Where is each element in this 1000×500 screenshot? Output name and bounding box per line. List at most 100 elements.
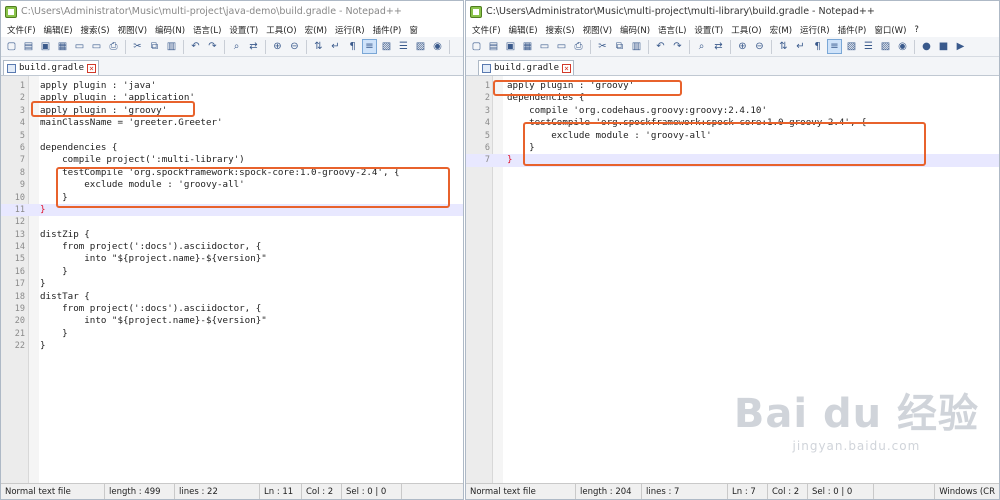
- tab-build-gradle[interactable]: build.gradle ×: [478, 60, 575, 75]
- menu-item[interactable]: 宏(M): [301, 24, 331, 36]
- close-tab-icon[interactable]: ×: [87, 63, 97, 73]
- menu-item[interactable]: 设置(T): [225, 24, 262, 36]
- zoom-in-icon[interactable]: ⊕: [270, 39, 285, 54]
- menu-item[interactable]: 运行(R): [796, 24, 834, 36]
- code-line[interactable]: 12: [1, 216, 463, 228]
- close-icon[interactable]: ▭: [72, 39, 87, 54]
- folder-icon[interactable]: ▨: [413, 39, 428, 54]
- folder-icon[interactable]: ▨: [878, 39, 893, 54]
- copy-icon[interactable]: ⧉: [147, 39, 162, 54]
- save-icon[interactable]: ▣: [503, 39, 518, 54]
- undo-icon[interactable]: ↶: [188, 39, 203, 54]
- menu-item[interactable]: 插件(P): [834, 24, 871, 36]
- copy-icon[interactable]: ⧉: [612, 39, 627, 54]
- code-lines[interactable]: 1 apply plugin : 'java' 2 apply plugin : 'a…: [1, 80, 463, 353]
- menu-item[interactable]: 编码(N): [616, 24, 654, 36]
- menu-item[interactable]: 搜索(S): [77, 24, 114, 36]
- close-icon[interactable]: ▭: [537, 39, 552, 54]
- cut-icon[interactable]: ✂: [595, 39, 610, 54]
- menu-item[interactable]: 语言(L): [654, 24, 690, 36]
- code-line[interactable]: 14 from project(':docs').asciidoctor, {: [1, 241, 463, 253]
- code-line[interactable]: 19 from project(':docs').asciidoctor, {: [1, 303, 463, 315]
- save-all-icon[interactable]: ▦: [520, 39, 535, 54]
- menu-item[interactable]: 编码(N): [151, 24, 189, 36]
- print-icon[interactable]: ⎙: [571, 39, 586, 54]
- title-bar[interactable]: C:\Users\Administrator\Music\multi-proje…: [466, 1, 999, 22]
- indent-guide-icon[interactable]: ≡: [362, 39, 377, 54]
- undo-icon[interactable]: ↶: [653, 39, 668, 54]
- code-line[interactable]: 18 distTar {: [1, 291, 463, 303]
- word-wrap-icon[interactable]: ↵: [793, 39, 808, 54]
- code-line[interactable]: 15 into "${project.name}-${version}": [1, 253, 463, 265]
- code-line[interactable]: 6 dependencies {: [1, 142, 463, 154]
- replace-icon[interactable]: ⇄: [246, 39, 261, 54]
- menu-item[interactable]: 编辑(E): [505, 24, 542, 36]
- sync-scroll-icon[interactable]: ⇅: [311, 39, 326, 54]
- close-all-icon[interactable]: ▭: [554, 39, 569, 54]
- menu-item[interactable]: 文件(F): [468, 24, 505, 36]
- menu-item[interactable]: 工具(O): [727, 24, 765, 36]
- menu-item[interactable]: 窗口(W): [870, 24, 910, 36]
- save-all-icon[interactable]: ▦: [55, 39, 70, 54]
- zoom-in-icon[interactable]: ⊕: [735, 39, 750, 54]
- code-line[interactable]: 22}: [1, 340, 463, 352]
- paste-icon[interactable]: ▥: [164, 39, 179, 54]
- code-line[interactable]: 7 compile project(':multi-library'): [1, 154, 463, 166]
- code-line[interactable]: 1 apply plugin : 'java': [1, 80, 463, 92]
- code-line[interactable]: 21 }: [1, 328, 463, 340]
- new-file-icon[interactable]: ▢: [469, 39, 484, 54]
- save-icon[interactable]: ▣: [38, 39, 53, 54]
- redo-icon[interactable]: ↷: [205, 39, 220, 54]
- monitor-icon[interactable]: ◉: [430, 39, 445, 54]
- open-file-icon[interactable]: ▤: [486, 39, 501, 54]
- menu-item[interactable]: 工具(O): [262, 24, 300, 36]
- doc-map-icon[interactable]: ▧: [379, 39, 394, 54]
- new-file-icon[interactable]: ▢: [4, 39, 19, 54]
- menu-item[interactable]: 文件(F): [3, 24, 40, 36]
- close-tab-icon[interactable]: ×: [562, 63, 572, 73]
- code-line[interactable]: 16 }: [1, 266, 463, 278]
- record-macro-icon[interactable]: ●: [919, 39, 934, 54]
- zoom-out-icon[interactable]: ⊖: [752, 39, 767, 54]
- code-line[interactable]: 4 mainClassName = 'greeter.Greeter': [1, 117, 463, 129]
- menu-item[interactable]: 插件(P): [369, 24, 406, 36]
- doc-map-icon[interactable]: ▧: [844, 39, 859, 54]
- code-line[interactable]: 20 into "${project.name}-${version}": [1, 315, 463, 327]
- play-macro-icon[interactable]: ▶: [953, 39, 968, 54]
- function-list-icon[interactable]: ☰: [861, 39, 876, 54]
- indent-guide-icon[interactable]: ≡: [827, 39, 842, 54]
- zoom-out-icon[interactable]: ⊖: [287, 39, 302, 54]
- show-all-chars-icon[interactable]: ¶: [810, 39, 825, 54]
- menu-item[interactable]: 编辑(E): [40, 24, 77, 36]
- menu-item[interactable]: 宏(M): [766, 24, 796, 36]
- cut-icon[interactable]: ✂: [130, 39, 145, 54]
- stop-macro-icon[interactable]: ■: [936, 39, 951, 54]
- tab-build-gradle[interactable]: build.gradle ×: [3, 60, 100, 75]
- show-all-chars-icon[interactable]: ¶: [345, 39, 360, 54]
- title-bar[interactable]: C:\Users\Administrator\Music\multi-proje…: [1, 1, 463, 22]
- monitor-icon[interactable]: ◉: [895, 39, 910, 54]
- menu-item[interactable]: 语言(L): [189, 24, 225, 36]
- find-icon[interactable]: ⌕: [694, 39, 709, 54]
- menu-item[interactable]: 设置(T): [690, 24, 727, 36]
- paste-icon[interactable]: ▥: [629, 39, 644, 54]
- code-line[interactable]: 5: [1, 130, 463, 142]
- menu-item[interactable]: 视图(V): [114, 24, 151, 36]
- menu-item[interactable]: 视图(V): [579, 24, 616, 36]
- sync-scroll-icon[interactable]: ⇅: [776, 39, 791, 54]
- open-file-icon[interactable]: ▤: [21, 39, 36, 54]
- print-icon[interactable]: ⎙: [106, 39, 121, 54]
- menu-item[interactable]: ?: [910, 25, 923, 35]
- close-all-icon[interactable]: ▭: [89, 39, 104, 54]
- menu-item[interactable]: 窗: [405, 24, 422, 36]
- code-line[interactable]: 17}: [1, 278, 463, 290]
- replace-icon[interactable]: ⇄: [711, 39, 726, 54]
- code-editor[interactable]: 1 apply plugin : 'java' 2 apply plugin : 'a…: [1, 75, 463, 483]
- code-editor[interactable]: 1 apply plugin : 'groovy' 2 dependencies {3…: [466, 75, 999, 483]
- redo-icon[interactable]: ↷: [670, 39, 685, 54]
- code-line[interactable]: 13 distZip {: [1, 229, 463, 241]
- find-icon[interactable]: ⌕: [229, 39, 244, 54]
- function-list-icon[interactable]: ☰: [396, 39, 411, 54]
- code-line[interactable]: 3 compile 'org.codehaus.groovy:groovy:2.…: [466, 105, 999, 117]
- menu-item[interactable]: 搜索(S): [542, 24, 579, 36]
